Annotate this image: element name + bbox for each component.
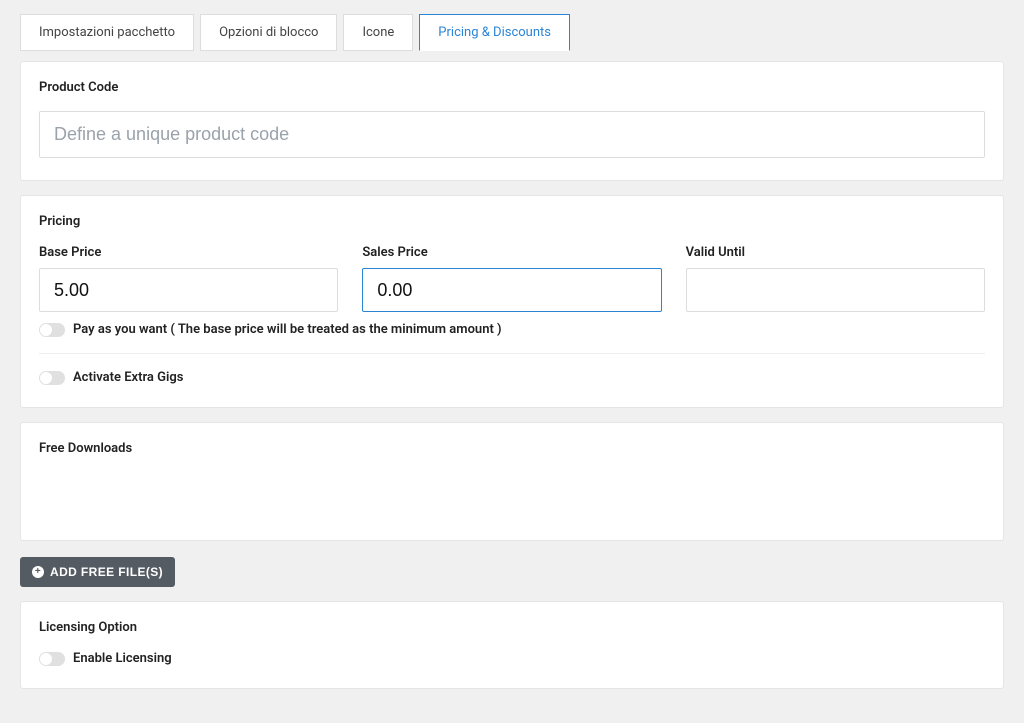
activate-extra-gigs-label: Activate Extra Gigs bbox=[73, 370, 183, 385]
product-code-title: Product Code bbox=[39, 80, 985, 95]
tab-icons[interactable]: Icone bbox=[343, 14, 413, 51]
pricing-title: Pricing bbox=[39, 214, 985, 229]
activate-extra-gigs-toggle[interactable] bbox=[39, 371, 65, 385]
add-free-file-button[interactable]: + Add Free File(s) bbox=[20, 557, 175, 587]
tab-block-options[interactable]: Opzioni di blocco bbox=[200, 14, 337, 51]
free-downloads-title: Free Downloads bbox=[39, 441, 985, 456]
sales-price-label: Sales Price bbox=[362, 245, 661, 260]
free-downloads-panel: Free Downloads bbox=[20, 422, 1004, 541]
pay-as-you-want-label: Pay as you want ( The base price will be… bbox=[73, 322, 502, 337]
sales-price-input[interactable] bbox=[362, 268, 661, 312]
licensing-panel: Licensing Option Enable Licensing bbox=[20, 601, 1004, 689]
base-price-input[interactable] bbox=[39, 268, 338, 312]
valid-until-input[interactable] bbox=[686, 268, 985, 312]
add-free-file-label: Add Free File(s) bbox=[50, 565, 163, 579]
sales-price-field: Sales Price bbox=[362, 245, 661, 312]
tabs-nav: Impostazioni pacchetto Opzioni di blocco… bbox=[20, 0, 1004, 51]
product-code-input[interactable] bbox=[39, 111, 985, 158]
pay-as-you-want-toggle[interactable] bbox=[39, 323, 65, 337]
enable-licensing-toggle[interactable] bbox=[39, 652, 65, 666]
licensing-title: Licensing Option bbox=[39, 620, 985, 635]
valid-until-label: Valid Until bbox=[686, 245, 985, 260]
pricing-panel: Pricing Base Price Sales Price Valid Unt… bbox=[20, 195, 1004, 408]
pricing-divider bbox=[39, 353, 985, 354]
tab-pricing-discounts[interactable]: Pricing & Discounts bbox=[419, 14, 570, 51]
base-price-label: Base Price bbox=[39, 245, 338, 260]
tab-package-settings[interactable]: Impostazioni pacchetto bbox=[20, 14, 194, 51]
valid-until-field: Valid Until bbox=[686, 245, 985, 312]
base-price-field: Base Price bbox=[39, 245, 338, 312]
product-code-panel: Product Code bbox=[20, 61, 1004, 181]
plus-icon: + bbox=[32, 566, 44, 578]
